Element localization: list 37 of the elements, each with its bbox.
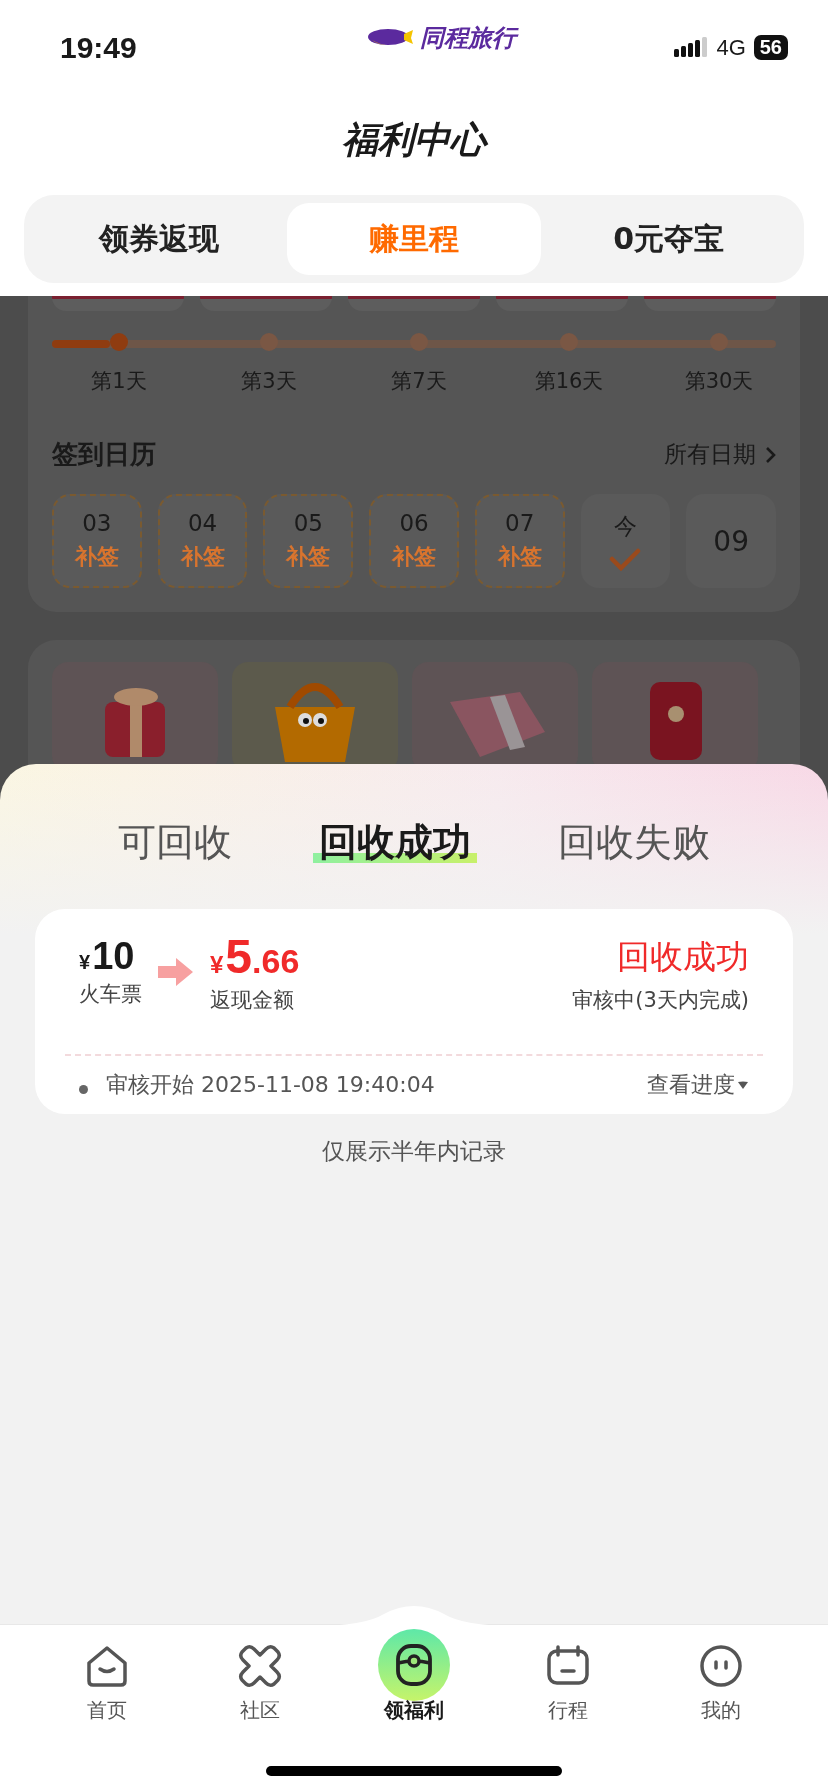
- status-time: 19:49: [60, 30, 137, 65]
- milestone-label: 第1天: [91, 368, 147, 395]
- bullet-icon: [79, 1084, 88, 1094]
- chevron-icon: [764, 445, 776, 464]
- event-text: 审核开始 2025-11-08 19:40:04: [106, 1071, 435, 1099]
- status-note: 审核中(3天内完成): [572, 987, 749, 1014]
- tab[interactable]: 可回收: [112, 816, 239, 868]
- home-indicator[interactable]: [266, 1766, 562, 1776]
- footer-note: 仅展示半年内记录: [321, 1137, 507, 1166]
- caret-icon: [737, 1080, 749, 1090]
- item-label: 火车票: [79, 981, 142, 1008]
- arrow-icon: [158, 957, 194, 987]
- face-icon: [698, 1643, 745, 1689]
- milestone-label: 第3天: [241, 368, 297, 395]
- nav-item[interactable]: 行程: [490, 1625, 645, 1735]
- network-label: 4G: [716, 34, 746, 61]
- record-status: 回收成功: [617, 936, 749, 978]
- cross-icon: [237, 1643, 284, 1689]
- cashback-amount: ¥5.66: [210, 929, 300, 984]
- milestone-label: 第30天: [684, 368, 754, 395]
- check-icon: [609, 547, 642, 572]
- milestone-label: 第16天: [534, 368, 604, 395]
- milestone-label: 第7天: [391, 368, 447, 395]
- view-progress-link[interactable]: 查看进度: [647, 1070, 749, 1100]
- original-price: ¥10: [79, 935, 135, 978]
- page-title: 福利中心: [342, 117, 486, 162]
- nav-item[interactable]: 社区: [183, 1625, 338, 1735]
- tab[interactable]: 领券返现: [32, 203, 287, 275]
- signal-icon: [674, 36, 709, 59]
- tab[interactable]: 回收失败: [551, 816, 716, 868]
- cashback-label: 返现金额: [210, 987, 294, 1014]
- nav-item[interactable]: 首页: [30, 1625, 184, 1735]
- battery-indicator: 56: [753, 35, 788, 60]
- calendar-title: 签到日历: [52, 438, 156, 471]
- nav-item[interactable]: 我的: [644, 1625, 798, 1735]
- nav-item[interactable]: 领福利: [337, 1625, 491, 1735]
- tab[interactable]: 0元夺宝: [541, 203, 796, 275]
